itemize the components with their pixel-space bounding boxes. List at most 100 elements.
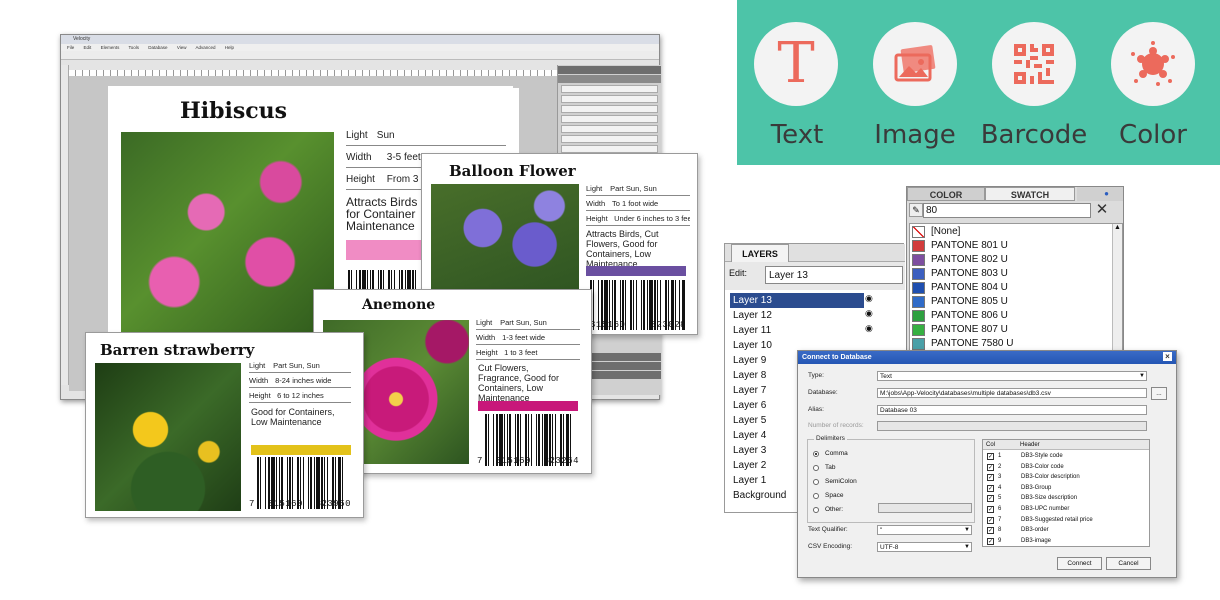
text-icon: T xyxy=(777,31,815,96)
barren-barcode: 7 315160 823950 xyxy=(249,457,351,509)
layer-name-input[interactable]: Layer 13 xyxy=(765,266,903,284)
column-row[interactable]: ✓ 9 DB3-image xyxy=(984,536,1150,547)
column-checkbox[interactable]: ✓ xyxy=(987,516,994,524)
balloon-spec-height: Height Under 6 inches to 3 feet xyxy=(586,214,690,226)
column-number: 5 xyxy=(998,495,1002,502)
swatch-chip xyxy=(912,240,925,252)
encoding-select[interactable]: UTF-8 ▼ xyxy=(877,542,972,552)
props-field[interactable] xyxy=(561,125,658,133)
swatch-item[interactable]: PANTONE 805 U xyxy=(912,295,1112,309)
column-checkbox[interactable]: ✓ xyxy=(987,537,994,545)
column-checkbox[interactable]: ✓ xyxy=(987,527,994,535)
type-select[interactable]: Text ▼ xyxy=(877,371,1147,381)
barren-strawberry-label[interactable]: Barren strawberry Light Part Sun, Sun Wi… xyxy=(85,332,364,518)
column-checkbox[interactable]: ✓ xyxy=(987,495,994,503)
props-field[interactable] xyxy=(561,145,658,153)
clear-search-icon[interactable]: ✕ xyxy=(1093,201,1111,219)
connect-button[interactable]: Connect xyxy=(1057,557,1102,570)
menu-tools[interactable]: Tools xyxy=(129,45,140,50)
browse-button[interactable]: ... xyxy=(1151,387,1167,400)
menu-file[interactable]: File xyxy=(67,45,74,50)
menu-edit[interactable]: Edit xyxy=(84,45,92,50)
type-label: Type: xyxy=(808,372,824,379)
delimiter-comma-radio[interactable]: Comma xyxy=(813,450,848,457)
hibiscus-description: Attracts Birds for Container Maintenance xyxy=(346,195,418,233)
menu-database[interactable]: Database xyxy=(148,45,167,50)
delimiter-space-radio[interactable]: Space xyxy=(813,492,843,499)
barcode-bar xyxy=(405,270,407,290)
swatch-scrollbar[interactable]: ▲ xyxy=(1112,224,1122,356)
qualifier-select[interactable]: " ▼ xyxy=(877,525,972,535)
column-row[interactable]: ✓ 4 DB3-Group xyxy=(984,483,1150,494)
records-input xyxy=(877,421,1147,431)
column-row[interactable]: ✓ 1 DB3-Style code xyxy=(984,451,1150,462)
layer-item[interactable]: Layer 13 xyxy=(730,293,864,308)
column-row[interactable]: ✓ 2 DB3-Color code xyxy=(984,462,1150,473)
eye-icon[interactable]: ◉ xyxy=(865,308,873,319)
columns-table[interactable]: Col Header ✓ 1 DB3-Style code ✓ 2 DB3-Color c… xyxy=(982,439,1150,547)
props-field[interactable] xyxy=(561,85,658,93)
menu-elements[interactable]: Elements xyxy=(101,45,120,50)
tools-palette[interactable] xyxy=(61,65,69,385)
barcode-bar xyxy=(372,270,375,290)
column-row[interactable]: ✓ 7 DB3-Suggested retail price xyxy=(984,515,1150,526)
barren-description: Good for Containers, Low Maintenance xyxy=(251,407,335,427)
column-checkbox[interactable]: ✓ xyxy=(987,453,994,460)
dialog-close-button[interactable]: × xyxy=(1163,352,1172,361)
tab-color[interactable]: COLOR xyxy=(907,187,985,201)
props-field[interactable] xyxy=(561,95,658,103)
swatch-item[interactable]: PANTONE 7580 U xyxy=(912,337,1112,351)
column-row[interactable]: ✓ 8 DB3-order xyxy=(984,525,1150,536)
anemone-description: Cut Flowers, Fragrance, Good for Container… xyxy=(478,363,560,403)
swatch-item[interactable]: [None] xyxy=(912,225,1112,239)
column-row[interactable]: ✓ 5 DB3-Size description xyxy=(984,493,1150,504)
cancel-button[interactable]: Cancel xyxy=(1106,557,1151,570)
column-checkbox[interactable]: ✓ xyxy=(987,484,994,492)
panel-menu-icon[interactable]: ● xyxy=(1077,187,1123,201)
alias-input[interactable]: Database 03 xyxy=(877,405,1147,415)
balloon-title: Balloon Flower xyxy=(449,162,576,180)
swatch-item[interactable]: PANTONE 802 U xyxy=(912,253,1112,267)
anemone-spec-width: Width 1-3 feet wide xyxy=(476,333,580,345)
tab-swatch[interactable]: SWATCH xyxy=(985,187,1075,201)
app-title: Velocity xyxy=(73,36,91,42)
swatch-list[interactable]: [None] PANTONE 801 U PANTONE 802 U PANTONE … xyxy=(909,223,1123,357)
eyedropper-icon[interactable]: ✎ xyxy=(909,203,923,217)
swatch-item[interactable]: PANTONE 807 U xyxy=(912,323,1112,337)
props-field[interactable] xyxy=(561,115,658,123)
swatch-item[interactable]: PANTONE 804 U xyxy=(912,281,1112,295)
column-checkbox[interactable]: ✓ xyxy=(987,463,994,471)
delimiter-tab-radio[interactable]: Tab xyxy=(813,464,835,471)
swatch-name: PANTONE 801 U xyxy=(931,240,1008,251)
layers-tab[interactable]: LAYERS xyxy=(731,244,789,262)
swatch-item[interactable]: PANTONE 806 U xyxy=(912,309,1112,323)
delimiter-other-radio[interactable]: Other: xyxy=(813,506,843,513)
menu-help[interactable]: Help xyxy=(225,45,234,50)
column-row[interactable]: ✓ 3 DB3-Color description xyxy=(984,472,1150,483)
swatch-item[interactable]: PANTONE 801 U xyxy=(912,239,1112,253)
props-subtab[interactable] xyxy=(558,75,661,83)
barcode-bar xyxy=(370,270,372,290)
eye-icon[interactable]: ◉ xyxy=(865,323,873,334)
swatch-item[interactable]: PANTONE 803 U xyxy=(912,267,1112,281)
delimiter-semicolon-radio[interactable]: SemiColon xyxy=(813,478,857,485)
other-delimiter-input[interactable] xyxy=(878,503,972,513)
props-tab[interactable] xyxy=(558,66,661,74)
props-field[interactable] xyxy=(561,105,658,113)
layer-item[interactable]: Layer 11 xyxy=(730,323,864,338)
layer-item[interactable]: Layer 12 xyxy=(730,308,864,323)
swatch-search-input[interactable]: 80 xyxy=(923,203,1091,218)
eye-icon[interactable]: ◉ xyxy=(865,293,873,304)
props-field[interactable] xyxy=(561,135,658,143)
delimiters-label: Delimiters xyxy=(814,435,847,442)
menu-advanced[interactable]: Advanced xyxy=(196,45,216,50)
column-checkbox[interactable]: ✓ xyxy=(987,474,994,482)
menu-view[interactable]: View xyxy=(177,45,187,50)
column-row[interactable]: ✓ 6 DB3-UPC number xyxy=(984,504,1150,515)
database-path-input[interactable]: M:\jobs\App-Velocity\databases\multiple … xyxy=(877,388,1147,398)
barcode-bar xyxy=(379,270,383,290)
column-checkbox[interactable]: ✓ xyxy=(987,506,994,513)
app-toolbar[interactable] xyxy=(61,51,659,60)
text-feature-circle: T xyxy=(754,22,838,106)
header-header: Header xyxy=(1020,442,1040,448)
